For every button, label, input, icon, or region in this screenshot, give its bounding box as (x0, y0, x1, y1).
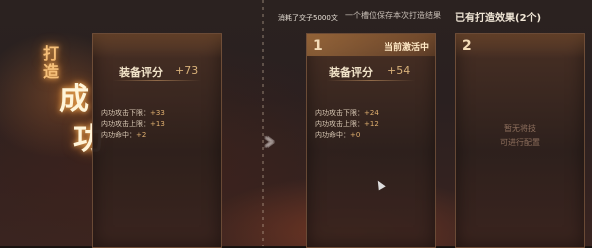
transfer-arrows-icon: ››› (262, 124, 276, 157)
effect-slot-2[interactable]: 2 暂无将技 可进行配置 (455, 33, 585, 248)
score-value: +54 (387, 64, 411, 77)
forge-success-text: 打 造 成 功 (39, 40, 103, 157)
section-divider (262, 0, 264, 246)
score-value: +73 (175, 64, 199, 77)
slot-number: 2 (462, 38, 472, 54)
attr-row: 内功命中：+0 (315, 131, 361, 139)
new-result-panel[interactable]: 装备评分 +73 内功攻击下限：+33 内功攻击上限：+13 内功命中：+2 (92, 33, 222, 248)
active-status-badge: 当前激活中 (383, 43, 429, 53)
slot-number: 1 (313, 38, 323, 54)
attribute-list: 内功攻击下限：+24 内功攻击上限：+12 内功命中：+0 (315, 108, 379, 141)
success-char-2: 造 (43, 62, 60, 81)
score-label: 装备评分 (329, 66, 373, 79)
score-underline (113, 80, 201, 81)
attr-row: 内功攻击下限：+24 (315, 109, 379, 117)
attr-row: 内功攻击上限：+12 (315, 120, 379, 128)
existing-effects-title: 已有打造效果(2个) (455, 13, 542, 24)
success-char-3: 成 (59, 82, 89, 117)
effect-slot-1[interactable]: 1 当前激活中 装备评分 +54 内功攻击下限：+24 内功攻击上限：+12 内… (306, 33, 436, 248)
attr-row: 内功攻击下限：+33 (101, 109, 165, 117)
attr-row: 内功攻击上限：+13 (101, 120, 165, 128)
score-underline (327, 80, 415, 81)
empty-slot-text: 暂无将技 可进行配置 (500, 124, 540, 147)
score-label: 装备评分 (119, 66, 163, 79)
attr-row: 内功命中：+2 (101, 131, 147, 139)
attribute-list: 内功攻击下限：+33 内功攻击上限：+13 内功命中：+2 (101, 108, 165, 141)
consumed-note: 消耗了交子5000文 (278, 14, 338, 22)
slot-hint: 一个槽位保存本次打造结果 (345, 11, 441, 20)
